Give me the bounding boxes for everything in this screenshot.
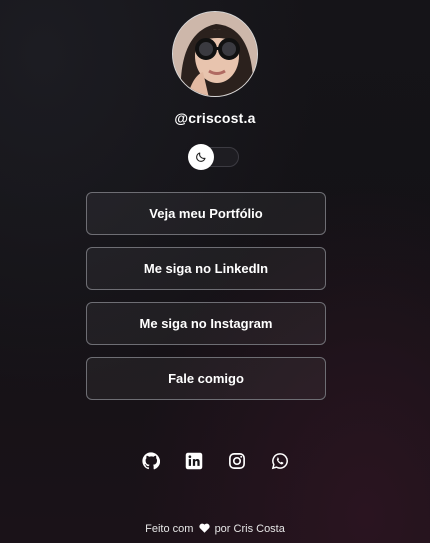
contact-button[interactable]: Fale comigo — [86, 357, 326, 400]
footer-suffix: por Cris Costa — [214, 523, 285, 535]
theme-toggle[interactable] — [188, 144, 239, 170]
moon-icon — [196, 152, 206, 162]
instagram-button[interactable]: Me siga no Instagram — [86, 302, 326, 345]
profile-handle: @criscost.a — [174, 110, 256, 126]
linkedin-button[interactable]: Me siga no LinkedIn — [86, 247, 326, 290]
heart-icon — [198, 523, 210, 533]
social-links — [0, 452, 430, 470]
link-list: Veja meu Portfólio Me siga no LinkedIn M… — [86, 192, 326, 412]
github-icon[interactable] — [141, 452, 160, 470]
linkedin-icon[interactable] — [185, 452, 203, 470]
avatar — [172, 11, 258, 97]
whatsapp-icon[interactable] — [271, 452, 289, 470]
footer-prefix: Feito com — [145, 523, 194, 535]
avatar-photo — [173, 12, 257, 96]
toggle-knob[interactable] — [188, 144, 214, 170]
profile-header: @criscost.a — [0, 0, 430, 170]
instagram-icon[interactable] — [228, 452, 246, 470]
portfolio-button[interactable]: Veja meu Portfólio — [86, 192, 326, 235]
footer: Feito com por Cris Costa — [0, 523, 430, 535]
